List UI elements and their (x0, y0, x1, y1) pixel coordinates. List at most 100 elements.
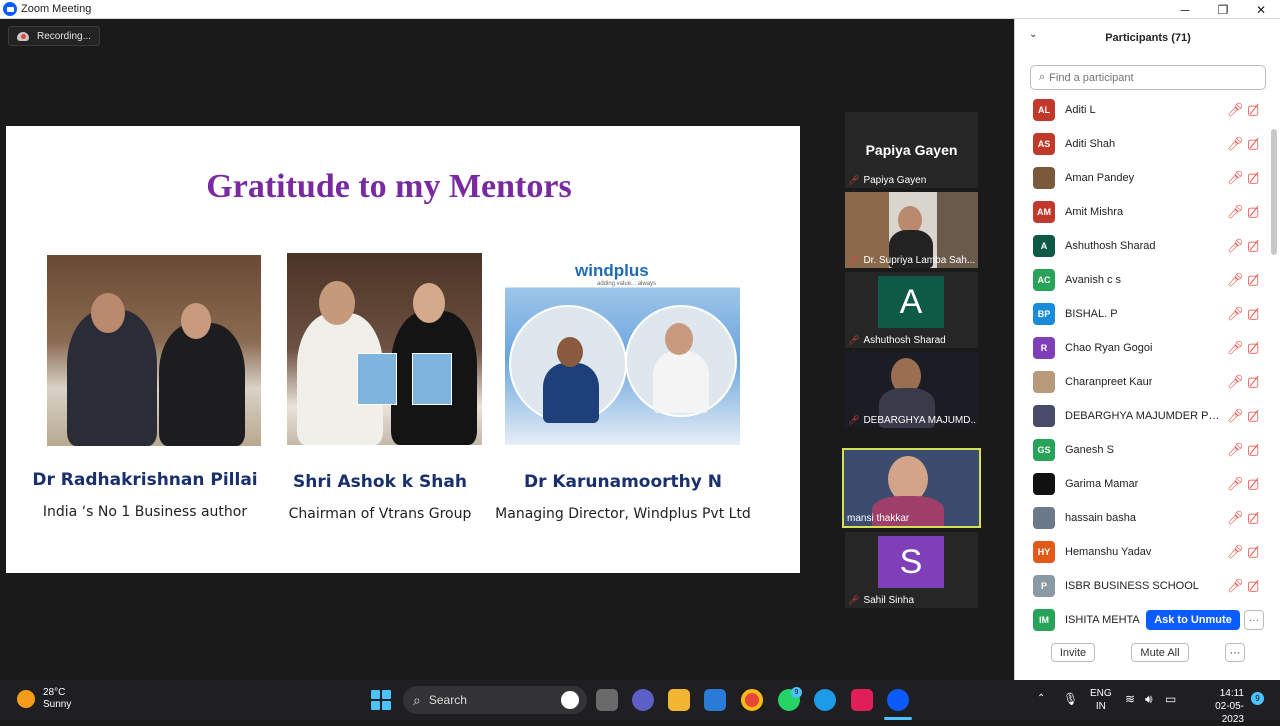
mentor-name-2: Shri Ashok k Shah (293, 472, 467, 492)
zoom-icon[interactable] (887, 689, 909, 711)
store-icon[interactable] (704, 689, 726, 711)
participant-row[interactable]: R Chao Ryan Gogoi 🎤︎ ▢̸ (1015, 331, 1271, 365)
participant-row[interactable]: P ISBR BUSINESS SCHOOL 🎤︎ ▢̸ (1015, 569, 1271, 603)
mentor-role-1: India ‘s No 1 Business author (42, 504, 248, 520)
mic-muted-icon: 🎤︎ (1227, 204, 1244, 219)
mic-muted-icon: 🎤︎ (848, 595, 860, 605)
slack-icon[interactable] (851, 689, 873, 711)
system-clock[interactable]: 14:11 02-05-2023 (1202, 687, 1244, 726)
participant-name: ISBR BUSINESS SCHOOL (1065, 580, 1199, 592)
weather-widget[interactable]: 28°C Sunny (17, 687, 71, 711)
mic-muted-icon: 🎤︎ (848, 175, 860, 185)
mentor-role-2: Chairman of Vtrans Group (288, 506, 472, 522)
search-icon: ⌕ (413, 691, 421, 708)
participant-name: Aman Pandey (1065, 172, 1135, 184)
participant-name: hassain basha (1065, 512, 1136, 524)
participant-list: AL Aditi L 🎤︎ ▢̸ AS Aditi Shah 🎤︎ ▢̸ Aman Pandey… (1015, 93, 1271, 637)
participant-row[interactable]: IM ISHITA MEHTA Ask to Unmute ··· (1015, 603, 1271, 637)
participant-search[interactable]: ⌕ (1030, 65, 1266, 90)
cloud-recording-icon (17, 31, 29, 41)
avatar: A (1033, 235, 1055, 257)
avatar (1033, 405, 1055, 427)
avatar: IM (1033, 609, 1055, 631)
video-off-icon: ▢̸ (1247, 136, 1260, 151)
video-off-icon: ▢̸ (1247, 510, 1260, 525)
edge-icon[interactable] (814, 689, 836, 711)
minimize-button[interactable]: ─ (1166, 0, 1204, 19)
video-off-icon: ▢̸ (1247, 544, 1260, 559)
mic-muted-icon: 🎤︎ (1227, 340, 1244, 355)
participant-row[interactable]: AL Aditi L 🎤︎ ▢̸ (1015, 93, 1271, 127)
participant-row[interactable]: AS Aditi Shah 🎤︎ ▢̸ (1015, 127, 1271, 161)
mic-muted-icon: 🎤︎ (848, 255, 860, 265)
zoom-logo-icon (3, 2, 17, 16)
taskbar-search[interactable]: ⌕ Search (403, 686, 587, 714)
participants-footer: Invite Mute All ··· (1015, 643, 1280, 673)
participant-name: Ashuthosh Sharad (1065, 240, 1156, 252)
participants-title: Participants (71) (1105, 32, 1191, 44)
participant-more-button[interactable]: ··· (1244, 610, 1264, 630)
task-view-icon[interactable] (596, 689, 618, 711)
video-off-icon: ▢̸ (1247, 442, 1260, 457)
recording-label: Recording... (37, 30, 91, 42)
participant-name: Charanpreet Kaur (1065, 376, 1153, 388)
video-tile[interactable]: Papiya Gayen 🎤︎ Papiya Gayen (845, 112, 978, 188)
language-indicator[interactable]: ENG IN (1090, 687, 1112, 713)
chevron-up-icon[interactable]: ⌃ (1037, 693, 1045, 704)
participant-row[interactable]: HY Hemanshu Yadav 🎤︎ ▢̸ (1015, 535, 1271, 569)
tile-display-name: Papiya Gayen (865, 142, 958, 158)
recording-indicator[interactable]: Recording... (8, 26, 100, 46)
participant-row[interactable]: Charanpreet Kaur 🎤︎ ▢̸ (1015, 365, 1271, 399)
chevron-down-icon[interactable]: ⌄ (1029, 29, 1037, 40)
battery-icon[interactable]: ▭ (1165, 692, 1176, 706)
participant-row[interactable]: AM Amit Mishra 🎤︎ ▢̸ (1015, 195, 1271, 229)
video-tile-active-speaker[interactable]: mansi thakkar (842, 448, 981, 528)
meeting-stage: Recording... Gratitude to my Mentors win… (0, 19, 1014, 680)
participant-row[interactable]: Aman Pandey 🎤︎ ▢̸ (1015, 161, 1271, 195)
participant-row[interactable]: A Ashuthosh Sharad 🎤︎ ▢̸ (1015, 229, 1271, 263)
maximize-button[interactable]: ❐ (1204, 0, 1242, 19)
avatar: AL (1033, 99, 1055, 121)
participant-row[interactable]: BP BISHAL. P 🎤︎ ▢̸ (1015, 297, 1271, 331)
video-tile[interactable]: S 🎤︎ Sahil Sinha (845, 532, 978, 608)
avatar: AS (1033, 133, 1055, 155)
mic-muted-icon: 🎤︎ (1227, 102, 1244, 117)
volume-icon[interactable]: 🔊︎ (1145, 692, 1153, 707)
window-title: Zoom Meeting (21, 3, 92, 15)
more-options-button[interactable]: ··· (1225, 643, 1245, 662)
participant-row[interactable]: Garima Mamar 🎤︎ ▢̸ (1015, 467, 1271, 501)
clock-time: 14:11 (1219, 688, 1244, 699)
participant-row[interactable]: hassain basha 🎤︎ ▢̸ (1015, 501, 1271, 535)
participant-name: Avanish c s (1065, 274, 1122, 286)
file-explorer-icon[interactable] (668, 689, 690, 711)
teams-chat-icon[interactable] (632, 689, 654, 711)
taskbar-search-label: Search (428, 693, 467, 707)
video-tile[interactable]: 🎤︎ DEBARGHYA MAJUMD... (845, 352, 978, 428)
notification-badge[interactable]: 9 (1251, 692, 1264, 705)
mentor-photo-1 (47, 255, 261, 446)
participants-panel: ⌄ Participants (71) ⌕ ALAditi L🎤︎▢̸ASAdi… (1014, 19, 1280, 680)
participant-row[interactable]: DEBARGHYA MAJUMDER PG220...🎤︎▢̸ (1015, 399, 1271, 433)
video-off-icon: ▢̸ (1247, 408, 1260, 423)
participant-row[interactable]: GS Ganesh S 🎤︎ ▢̸ (1015, 433, 1271, 467)
search-icon: ⌕ (1039, 71, 1046, 83)
video-tile[interactable]: 🎤︎ Dr. Supriya Lamba Sah... (845, 192, 978, 268)
avatar: R (1033, 337, 1055, 359)
tile-avatar-letter: A (878, 276, 944, 328)
tile-label: mansi thakkar (847, 513, 910, 524)
avatar: AC (1033, 269, 1055, 291)
chrome-icon[interactable] (741, 689, 763, 711)
ask-to-unmute-button[interactable]: Ask to Unmute (1146, 610, 1240, 630)
windows-start-icon[interactable] (371, 690, 391, 710)
invite-button[interactable]: Invite (1051, 643, 1095, 662)
wifi-icon[interactable]: ≋ (1125, 692, 1135, 706)
tile-label: Dr. Supriya Lamba Sah... (863, 255, 976, 266)
mute-all-button[interactable]: Mute All (1131, 643, 1189, 662)
participant-row[interactable]: AC Avanish c s 🎤︎ ▢̸ (1015, 263, 1271, 297)
weather-temp: 28°C (43, 687, 66, 698)
participant-list-scrollbar[interactable] (1271, 129, 1277, 255)
close-button[interactable]: ✕ (1242, 0, 1280, 19)
video-tile[interactable]: A 🎤︎ Ashuthosh Sharad (845, 272, 978, 348)
microphone-icon[interactable]: 🎙︎ (1063, 692, 1078, 706)
search-input[interactable] (1049, 71, 1250, 84)
